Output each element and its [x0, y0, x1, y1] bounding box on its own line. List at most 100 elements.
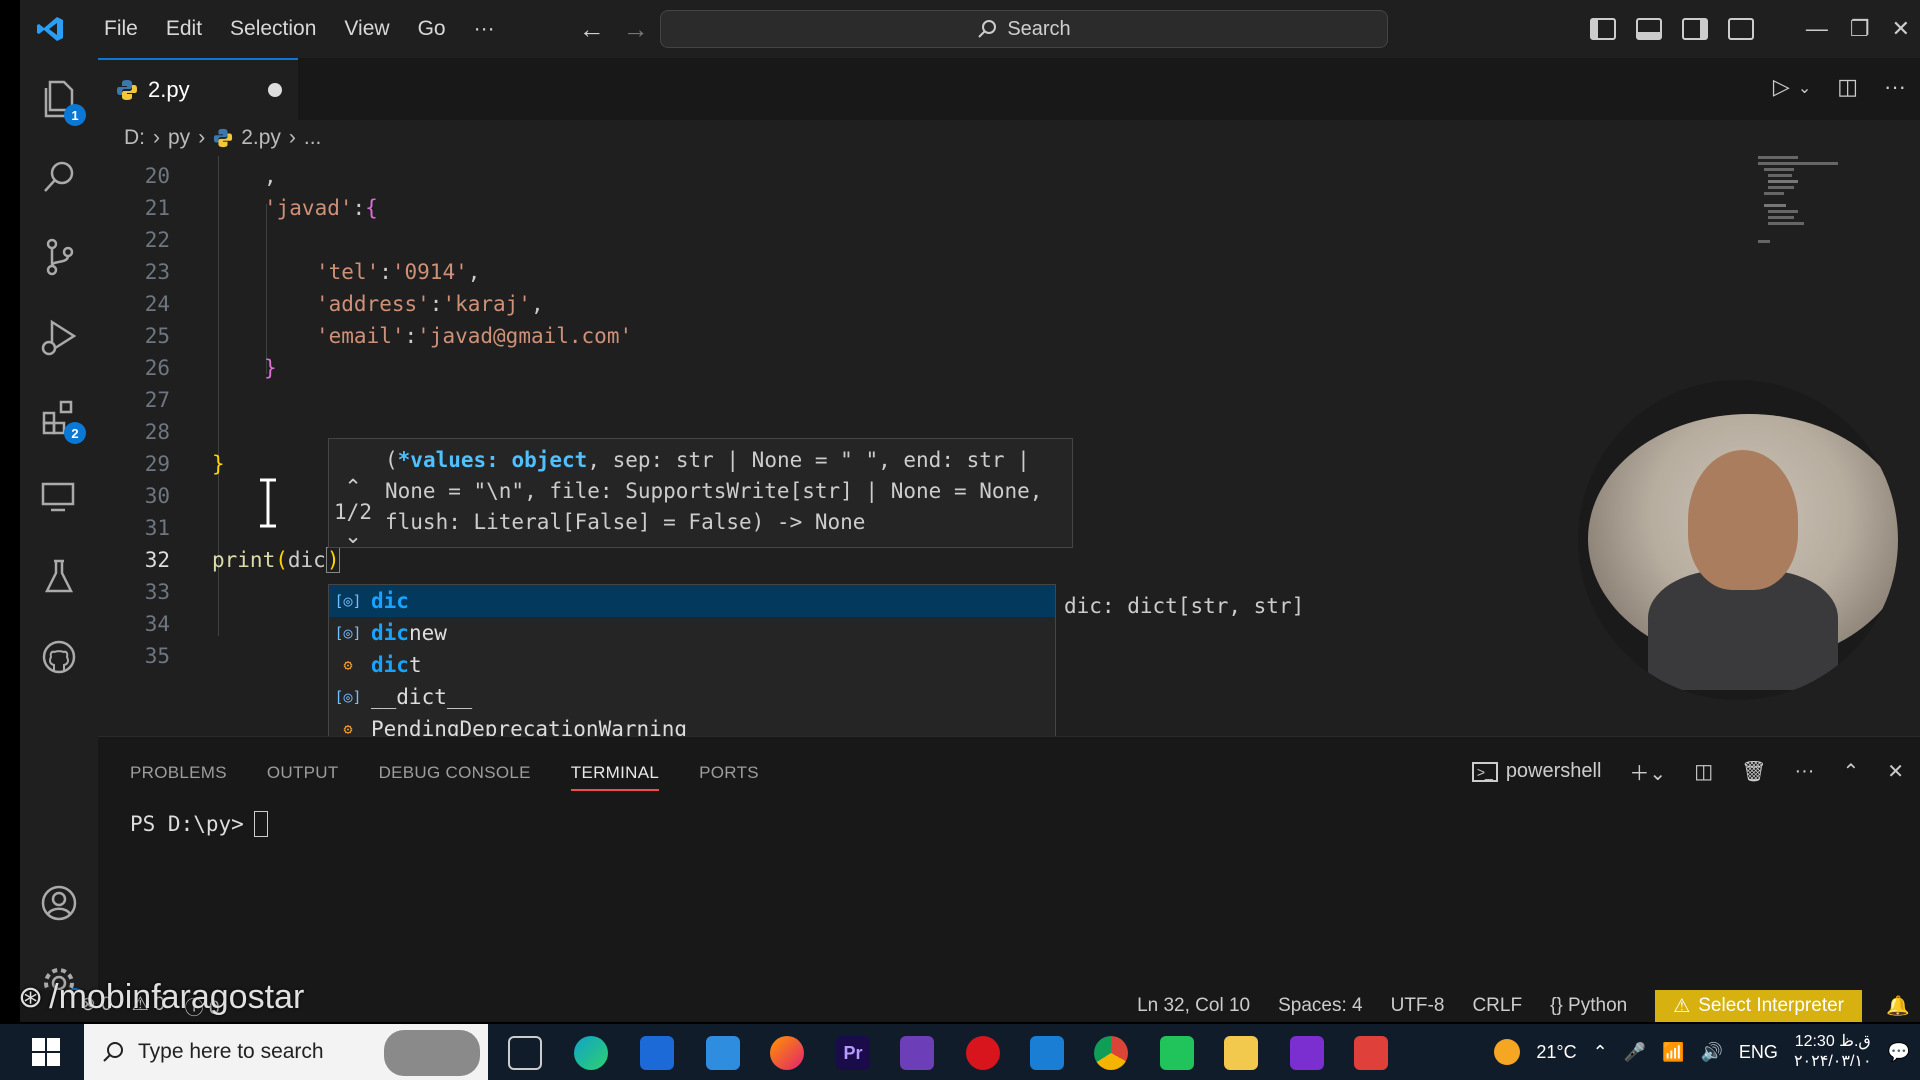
- string-literal: 'tel': [316, 260, 380, 284]
- line-number: 35: [144, 644, 170, 668]
- visual-studio-icon[interactable]: [900, 1036, 934, 1070]
- cursor-position[interactable]: Ln 32, Col 10: [1137, 995, 1250, 1017]
- taskbar-search-placeholder: Type here to search: [138, 1040, 324, 1063]
- clock[interactable]: 12:30 ق.ظ ۲۰۲۴/۰۳/۱۰: [1794, 1032, 1872, 1072]
- source-control-icon[interactable]: [38, 236, 80, 278]
- forward-arrow-icon[interactable]: →: [623, 14, 649, 45]
- customize-layout-icon[interactable]: [1727, 18, 1754, 40]
- indentation[interactable]: Spaces: 4: [1278, 995, 1363, 1017]
- recorder-icon[interactable]: [1354, 1036, 1388, 1070]
- breadcrumb-file[interactable]: 2.py: [241, 126, 281, 150]
- github-icon[interactable]: [38, 636, 80, 678]
- line-number: 26: [144, 356, 170, 380]
- unsaved-dot-icon[interactable]: [268, 83, 282, 97]
- firefox-icon[interactable]: [770, 1036, 804, 1070]
- minimize-icon[interactable]: —: [1806, 16, 1828, 42]
- split-editor-icon[interactable]: ◫: [1837, 74, 1858, 100]
- split-terminal-icon[interactable]: ◫: [1694, 759, 1713, 784]
- select-interpreter-button[interactable]: ⚠ Select Interpreter: [1655, 990, 1862, 1022]
- taskbar-search-box[interactable]: Type here to search: [84, 1024, 488, 1080]
- visual-studio-2-icon[interactable]: [1290, 1036, 1324, 1070]
- windows-start-icon[interactable]: [30, 1036, 62, 1068]
- run-python-file-icon[interactable]: ▷: [1773, 74, 1790, 100]
- terminal-shell-selector[interactable]: >_ powershell: [1471, 760, 1601, 783]
- task-view-icon[interactable]: [508, 1036, 542, 1070]
- more-actions-icon[interactable]: ···: [1884, 74, 1906, 100]
- chevron-up-icon[interactable]: ⌃: [333, 475, 373, 500]
- temperature[interactable]: 21°C: [1536, 1042, 1576, 1063]
- tab-2py[interactable]: 2.py: [98, 58, 298, 120]
- suggestion-item[interactable]: [◎] dicnew: [329, 617, 1055, 649]
- webcam-overlay: [1578, 380, 1898, 700]
- accounts-icon[interactable]: [38, 882, 80, 924]
- weather-icon[interactable]: [1494, 1039, 1521, 1065]
- tab-output[interactable]: OUTPUT: [267, 763, 339, 791]
- toggle-sidebar-icon[interactable]: [1589, 18, 1616, 40]
- tab-debug-console[interactable]: DEBUG CONSOLE: [379, 763, 531, 791]
- breadcrumb-folder[interactable]: py: [168, 126, 190, 150]
- close-panel-icon[interactable]: ✕: [1887, 759, 1904, 784]
- testing-icon[interactable]: [38, 556, 80, 598]
- remote-explorer-icon[interactable]: [38, 476, 80, 518]
- menu-edit[interactable]: Edit: [152, 17, 216, 41]
- menu-more[interactable]: ···: [460, 17, 509, 41]
- command-center-search[interactable]: Search: [660, 10, 1388, 48]
- new-terminal-plus-icon[interactable]: ＋⌄: [1629, 757, 1666, 786]
- extensions-icon[interactable]: 2: [38, 396, 86, 444]
- volume-icon[interactable]: 🔊: [1701, 1042, 1723, 1063]
- chevron-up-icon[interactable]: ⌃: [1593, 1042, 1608, 1063]
- suggestion-item[interactable]: ⚙ dict: [329, 649, 1055, 681]
- signature-text: (*values: object, sep: str | None = " ",…: [385, 448, 1043, 534]
- menu-file[interactable]: File: [90, 17, 152, 41]
- menu-go[interactable]: Go: [404, 17, 460, 41]
- language-mode[interactable]: {} Python: [1550, 995, 1627, 1017]
- tab-ports[interactable]: PORTS: [699, 763, 759, 791]
- menu-selection[interactable]: Selection: [216, 17, 330, 41]
- overload-counter: 1/2: [334, 500, 372, 524]
- more-actions-icon[interactable]: ···: [1794, 760, 1814, 783]
- tab-terminal[interactable]: TERMINAL: [570, 763, 660, 791]
- notification-center-icon[interactable]: 💬: [1888, 1042, 1910, 1063]
- suggestion-item[interactable]: [◎] __dict__: [329, 681, 1055, 713]
- network-icon[interactable]: 📶: [1662, 1042, 1684, 1063]
- vscode-taskbar-icon[interactable]: [1030, 1036, 1064, 1070]
- camtasia-icon[interactable]: [1160, 1036, 1194, 1070]
- suggestion-item[interactable]: [◎] dic: [329, 585, 1055, 617]
- language-indicator[interactable]: ENG: [1739, 1042, 1778, 1063]
- end-of-line[interactable]: CRLF: [1472, 995, 1522, 1017]
- chevron-down-icon[interactable]: ⌄: [333, 524, 373, 549]
- chrome-icon[interactable]: [1094, 1036, 1128, 1070]
- microsoft-store-icon[interactable]: [640, 1036, 674, 1070]
- system-tray: 21°C ⌃ 🎤 📶 🔊 ENG 12:30 ق.ظ ۲۰۲۴/۰۳/۱۰ 💬: [1494, 1024, 1910, 1080]
- edge-browser-icon[interactable]: [574, 1036, 608, 1070]
- minimap[interactable]: [1750, 156, 1870, 246]
- run-dropdown-chevron-icon[interactable]: ⌄: [1798, 74, 1811, 100]
- tab-problems[interactable]: PROBLEMS: [130, 763, 227, 791]
- search-icon[interactable]: [38, 156, 80, 198]
- explorer-icon[interactable]: 1: [38, 78, 86, 126]
- kill-terminal-trash-icon[interactable]: 🗑: [1741, 759, 1766, 784]
- maximize-panel-chevron-up-icon[interactable]: ⌃: [1842, 759, 1859, 784]
- function-name: print: [212, 548, 276, 572]
- file-explorer-icon[interactable]: [1224, 1036, 1258, 1070]
- opera-icon[interactable]: [966, 1036, 1000, 1070]
- line-number: 22: [144, 228, 170, 252]
- notifications-bell-icon[interactable]: 🔔: [1886, 994, 1910, 1018]
- menu-view[interactable]: View: [330, 17, 403, 41]
- encoding[interactable]: UTF-8: [1391, 995, 1445, 1017]
- code-line: 26 }: [98, 352, 1798, 384]
- back-arrow-icon[interactable]: ←: [579, 14, 605, 45]
- mail-icon[interactable]: [706, 1036, 740, 1070]
- microphone-icon[interactable]: 🎤: [1624, 1042, 1646, 1063]
- restore-icon[interactable]: ❐: [1850, 16, 1870, 42]
- toggle-secondary-sidebar-icon[interactable]: [1681, 18, 1708, 40]
- toggle-panel-icon[interactable]: [1635, 18, 1662, 40]
- terminal-prompt-line[interactable]: PS D:\py>: [130, 811, 268, 837]
- breadcrumb-drive[interactable]: D:: [124, 126, 145, 150]
- run-debug-icon[interactable]: [38, 316, 80, 358]
- close-window-icon[interactable]: ✕: [1892, 16, 1910, 42]
- premiere-pro-icon[interactable]: Pr: [836, 1036, 870, 1070]
- line-number: 23: [144, 260, 170, 284]
- breadcrumb-more[interactable]: ...: [304, 126, 322, 150]
- suggestion-detail: dic: dict[str, str]: [1064, 594, 1305, 618]
